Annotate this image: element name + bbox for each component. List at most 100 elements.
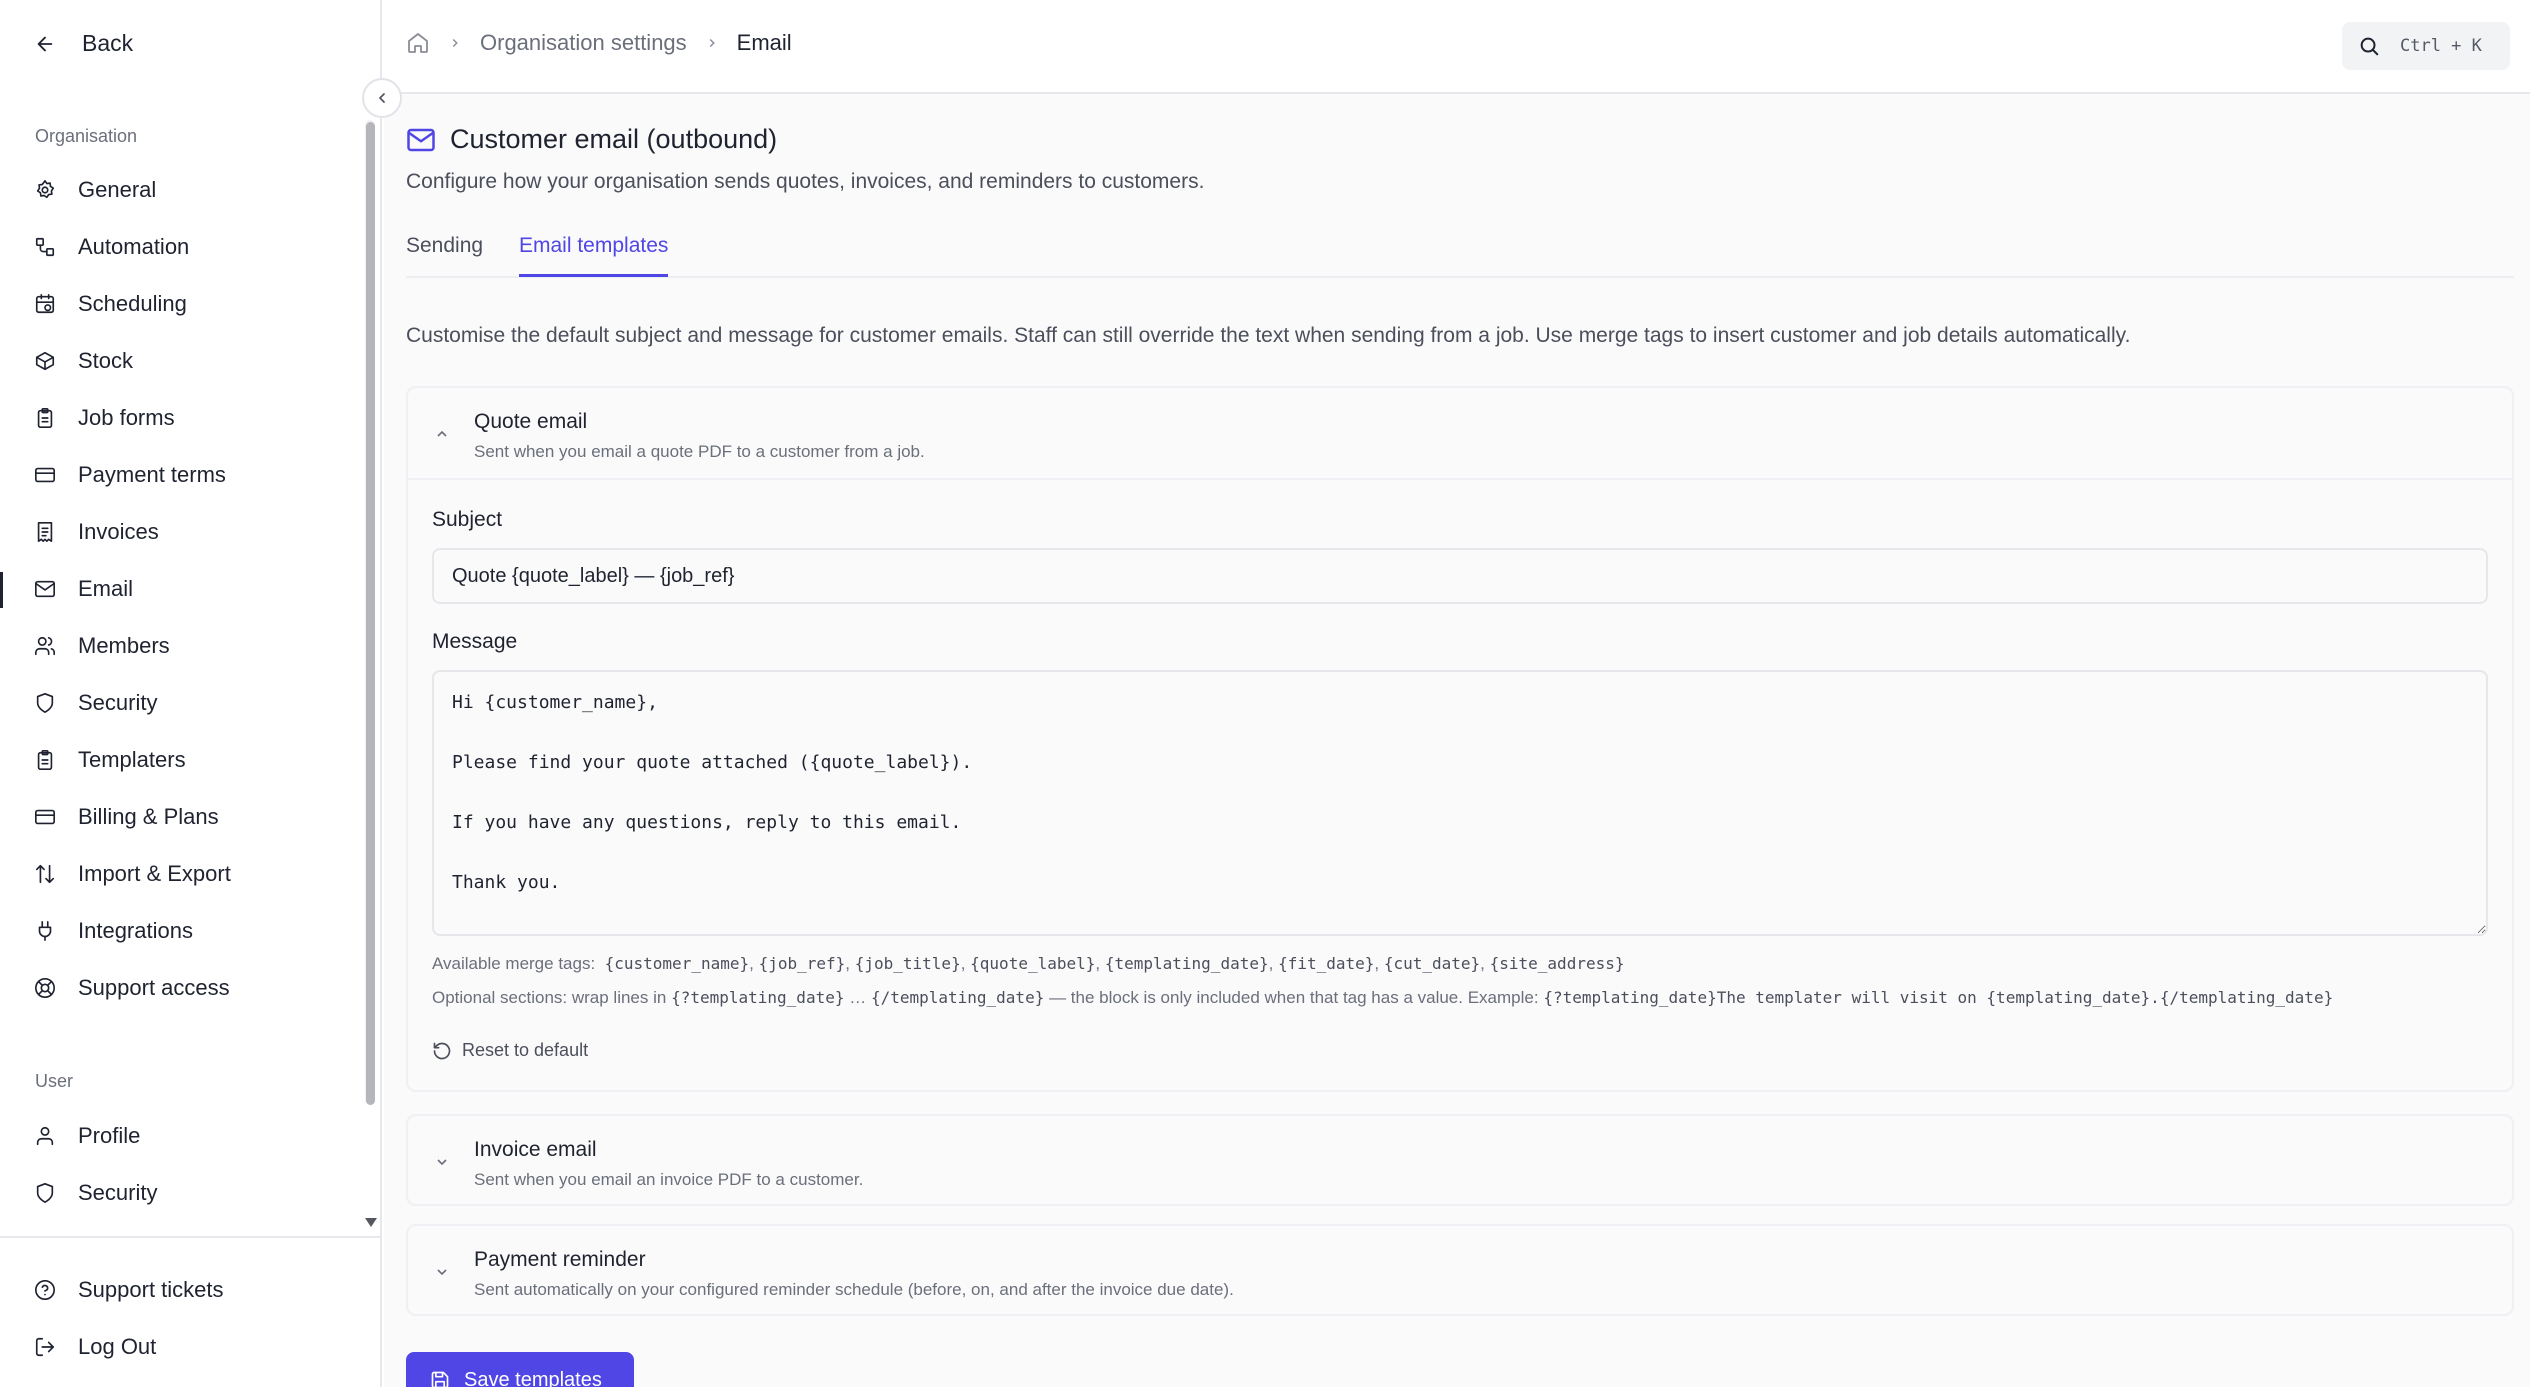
- search-icon: [2360, 37, 2379, 56]
- rotate-ccw-icon: [433, 1042, 451, 1059]
- sidebar-item-label: Security: [78, 1180, 158, 1205]
- optional-prefix: Optional sections: wrap lines in: [432, 988, 667, 1007]
- save-templates-button[interactable]: Save templates: [406, 1352, 634, 1387]
- users-icon: [35, 636, 55, 656]
- sidebar-item-integrations[interactable]: Integrations: [34, 911, 193, 951]
- breadcrumb: Organisation settings Email: [406, 30, 792, 56]
- sidebar-item-label: Profile: [78, 1123, 141, 1148]
- sidebar-item-label: Payment terms: [78, 462, 226, 487]
- merge-tag: {templating_date}: [1104, 954, 1269, 973]
- optional-open-tag: {?templating_date}: [671, 988, 845, 1007]
- card-divider: [408, 478, 2512, 480]
- shield-icon: [36, 1183, 54, 1203]
- merge-tag: {job_ref}: [758, 954, 846, 973]
- payment-reminder-header[interactable]: Payment reminder Sent automatically on y…: [408, 1226, 2512, 1316]
- sidebar-item-billing-plans[interactable]: Billing & Plans: [34, 797, 219, 837]
- sidebar-item-label: Job forms: [78, 405, 175, 430]
- sidebar-item-label: Scheduling: [78, 291, 187, 316]
- sidebar-item-job-forms[interactable]: Job forms: [34, 398, 175, 438]
- page-title-text: Customer email (outbound): [450, 124, 778, 154]
- sidebar-item-label: Support tickets: [78, 1277, 224, 1302]
- message-textarea[interactable]: Hi {customer_name}, Please find your quo…: [432, 670, 2488, 936]
- sidebar-item-automation[interactable]: Automation: [34, 227, 189, 267]
- quote-email-description: Sent when you email a quote PDF to a cus…: [474, 442, 925, 461]
- sidebar-item-general[interactable]: General: [34, 170, 156, 210]
- credit-card-icon: [35, 467, 55, 483]
- sidebar-item-label: Import & Export: [78, 861, 231, 886]
- mail-icon: [407, 128, 435, 151]
- sidebar-item-support-access[interactable]: Support access: [34, 968, 230, 1008]
- calendar-icon: [35, 294, 55, 314]
- sidebar-item-label: Log Out: [78, 1334, 157, 1359]
- collapse-sidebar-button[interactable]: [362, 78, 402, 118]
- sidebar-item-label: Invoices: [78, 519, 159, 544]
- tab-sending[interactable]: Sending: [406, 234, 483, 274]
- chevron-down-icon: [437, 1159, 447, 1166]
- invoice-email-card: Invoice email Sent when you email an inv…: [406, 1114, 2514, 1206]
- merge-tag: {fit_date}: [1278, 954, 1375, 973]
- subject-label: Subject: [432, 508, 503, 531]
- breadcrumb-organisation-settings[interactable]: Organisation settings: [480, 30, 687, 56]
- tab-email-templates[interactable]: Email templates: [519, 234, 669, 277]
- sidebar-item-invoices[interactable]: Invoices: [34, 512, 159, 552]
- gear-icon: [36, 180, 55, 199]
- credit-card-icon: [35, 809, 55, 825]
- sidebar-item-label: Support access: [78, 975, 230, 1000]
- sidebar-item-user-security[interactable]: Security: [34, 1173, 157, 1213]
- search-button[interactable]: Ctrl + K: [2342, 22, 2510, 70]
- breadcrumb-email: Email: [736, 30, 792, 55]
- sidebar-divider: [0, 1236, 382, 1238]
- sidebar-item-payment-terms[interactable]: Payment terms: [34, 455, 226, 495]
- chevron-right-icon: [709, 38, 715, 48]
- sidebar-item-label: Stock: [78, 348, 134, 373]
- active-indicator: [0, 572, 3, 608]
- payment-reminder-card: Payment reminder Sent automatically on y…: [406, 1224, 2514, 1316]
- help-circle-icon: [35, 1280, 55, 1300]
- arrows-up-down-icon: [35, 864, 55, 884]
- quote-email-header[interactable]: Quote email Sent when you email a quote …: [408, 388, 2512, 478]
- merge-tag: {customer_name}: [604, 954, 750, 973]
- sidebar: Back Organisation General Automation Sch…: [0, 0, 402, 1387]
- home-icon[interactable]: [406, 31, 430, 55]
- back-label: Back: [82, 30, 134, 56]
- back-button[interactable]: Back: [34, 30, 133, 57]
- sidebar-item-members[interactable]: Members: [34, 626, 170, 666]
- chevron-up-icon: [437, 430, 447, 437]
- quote-email-title: Quote email: [474, 410, 588, 433]
- mail-icon: [35, 580, 55, 598]
- message-label: Message: [432, 630, 518, 653]
- topbar: Organisation settings Email Ctrl + K: [384, 0, 2530, 94]
- scroll-down-arrow-icon[interactable]: [364, 1216, 378, 1228]
- log-out-icon: [35, 1337, 55, 1357]
- chevron-left-icon: [379, 93, 385, 103]
- reset-to-default-button[interactable]: Reset to default: [432, 1040, 588, 1061]
- sidebar-item-log-out[interactable]: Log Out: [34, 1327, 156, 1367]
- sidebar-item-profile[interactable]: Profile: [34, 1116, 140, 1156]
- invoice-email-header[interactable]: Invoice email Sent when you email an inv…: [408, 1116, 2512, 1206]
- section-label-user: User: [35, 1071, 74, 1091]
- sidebar-item-templaters[interactable]: Templaters: [34, 740, 186, 780]
- sidebar-item-import-export[interactable]: Import & Export: [34, 854, 231, 894]
- sidebar-item-support-tickets[interactable]: Support tickets: [34, 1270, 224, 1310]
- sidebar-item-label: Members: [78, 633, 170, 658]
- invoice-email-description: Sent when you email an invoice PDF to a …: [474, 1170, 864, 1189]
- invoice-email-title: Invoice email: [474, 1138, 597, 1161]
- merge-tag: {cut_date}: [1383, 954, 1481, 973]
- workflow-icon: [35, 237, 55, 257]
- clipboard-icon: [37, 750, 53, 770]
- chevron-right-icon: [452, 38, 458, 48]
- sidebar-item-security[interactable]: Security: [34, 683, 157, 723]
- sidebar-item-stock[interactable]: Stock: [34, 341, 133, 381]
- arrow-left-icon: [37, 36, 53, 51]
- sidebar-item-scheduling[interactable]: Scheduling: [34, 284, 187, 324]
- optional-sections-hint: Optional sections: wrap lines in {?templ…: [432, 988, 2333, 1008]
- sidebar-item-label: Security: [78, 690, 158, 715]
- sidebar-item-email[interactable]: Email: [34, 569, 133, 609]
- subject-input[interactable]: [432, 548, 2488, 604]
- chevron-down-icon: [437, 1269, 447, 1276]
- save-icon: [431, 1371, 449, 1387]
- merge-tag: {quote_label}: [970, 954, 1096, 973]
- save-label: Save templates: [464, 1368, 602, 1387]
- sidebar-scrollbar[interactable]: [366, 122, 375, 1105]
- optional-ellipsis: …: [849, 988, 867, 1007]
